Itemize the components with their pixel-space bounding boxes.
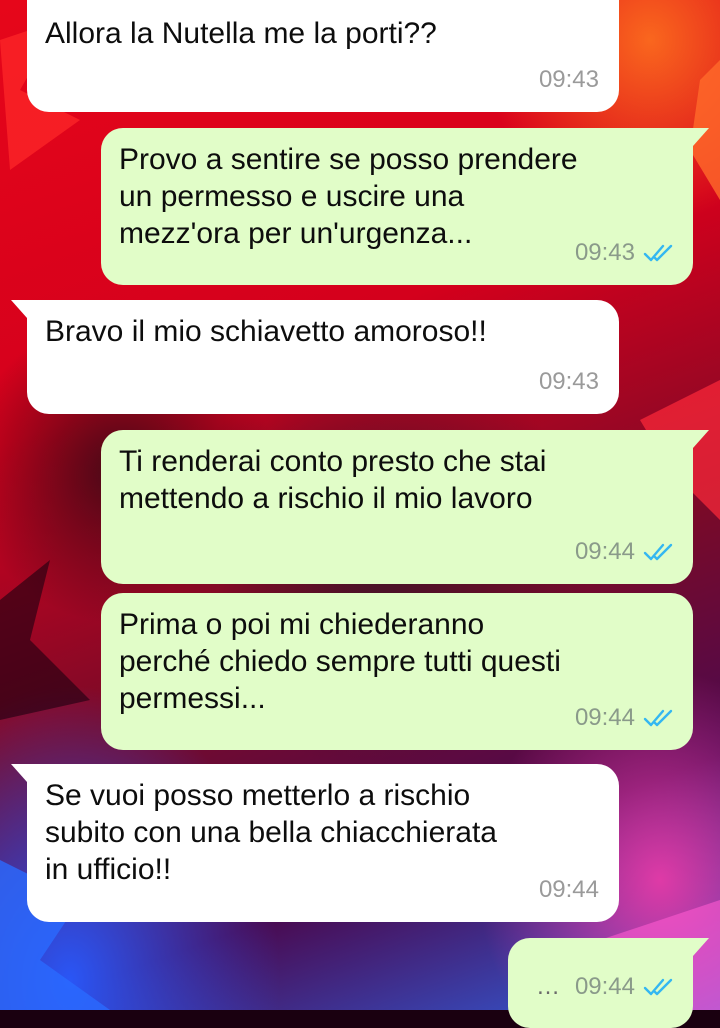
message-bubble-outgoing[interactable]: Provo a sentire se posso prendere un per… [101, 128, 709, 285]
message-text: Bravo il mio schiavetto amoroso!! [45, 315, 487, 348]
message-bubble-outgoing[interactable]: Ti renderai conto presto che stai metten… [101, 430, 709, 584]
message-bubble-outgoing[interactable]: … 09:44 [508, 938, 709, 1028]
message-meta: 09:44 [539, 871, 599, 908]
message-time: 09:43 [538, 368, 599, 395]
message-time: 09:44 [574, 538, 635, 565]
message-meta: 09:44 [575, 533, 675, 570]
message-time: 09:44 [538, 876, 599, 903]
message-time: 09:44 [574, 704, 635, 731]
message-meta: 09:43 [575, 234, 675, 271]
bubble-tail [693, 938, 709, 956]
message-meta: 09:43 [539, 61, 599, 98]
bubble-tail [11, 764, 27, 782]
message-meta: 09:43 [539, 363, 599, 400]
message-text: Se vuoi posso metterlo a rischio subito … [45, 779, 497, 886]
message-bubble-incoming[interactable]: Bravo il mio schiavetto amoroso!! 09:43 [11, 300, 619, 414]
message-time: 09:43 [538, 66, 599, 93]
double-check-read-icon [643, 709, 673, 726]
message-bubble-incoming[interactable]: Allora la Nutella me la porti?? 09:43 [27, 0, 619, 112]
bubble-tail [693, 430, 709, 448]
message-meta: 09:44 [575, 699, 675, 736]
double-check-read-icon [643, 244, 673, 261]
message-text: … [535, 973, 561, 1000]
message-meta: … 09:44 [536, 968, 675, 1005]
double-check-read-icon [643, 543, 673, 560]
message-bubble-incoming[interactable]: Se vuoi posso metterlo a rischio subito … [11, 764, 619, 922]
message-text: Allora la Nutella me la porti?? [45, 17, 437, 50]
message-bubble-outgoing[interactable]: Prima o poi mi chiederanno perché chiedo… [101, 593, 693, 750]
double-check-read-icon [643, 978, 673, 995]
bubble-tail [11, 300, 27, 318]
message-time: 09:44 [574, 973, 635, 1000]
message-time: 09:43 [574, 239, 635, 266]
message-text: Ti renderai conto presto che stai metten… [119, 445, 547, 515]
bubble-tail [693, 128, 709, 146]
